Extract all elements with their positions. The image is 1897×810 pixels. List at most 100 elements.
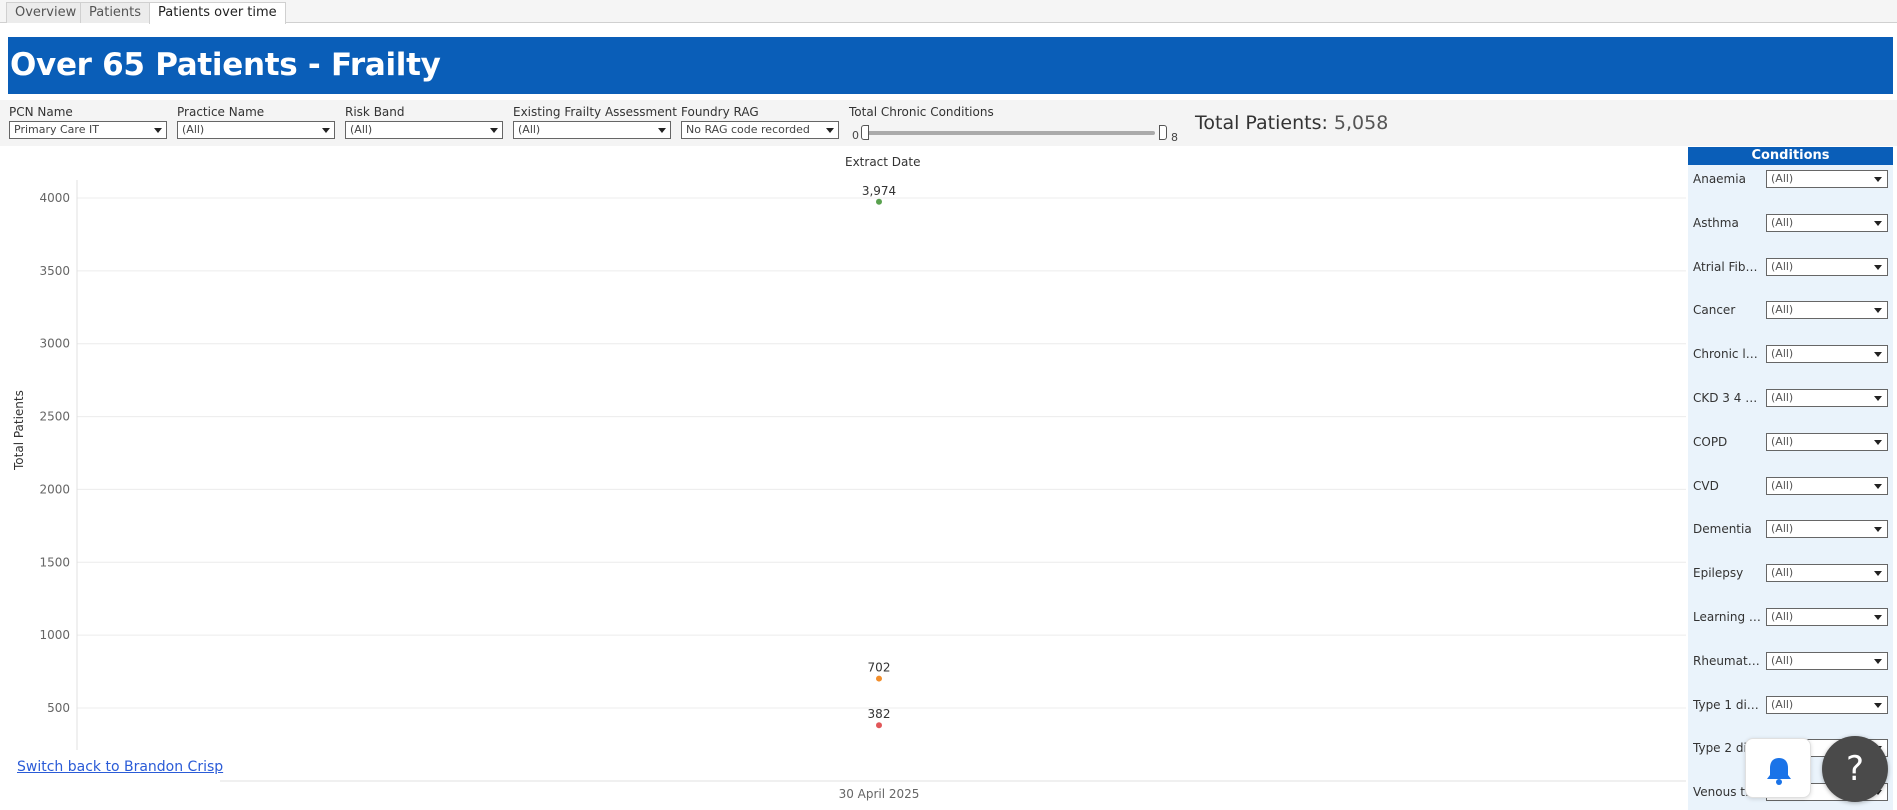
- risk-band-dropdown-value: (All): [350, 123, 373, 136]
- condition-label: Anaemia: [1693, 172, 1746, 186]
- slider-handle-max[interactable]: [1159, 125, 1167, 140]
- data-label: 3,974: [862, 184, 896, 198]
- dashboard-header: Over 65 Patients - Frailty: [8, 37, 1893, 94]
- y-tick-label: 4000: [39, 191, 70, 205]
- total-patients-value: 5,058: [1333, 112, 1389, 134]
- condition-label: Chronic liv...: [1693, 347, 1761, 362]
- risk-band-dropdown[interactable]: (All): [345, 121, 503, 139]
- condition-filter: Chronic liv... (All): [1688, 344, 1893, 366]
- slider-handle-min[interactable]: [861, 125, 869, 140]
- condition-dropdown[interactable]: (All): [1766, 608, 1888, 626]
- condition-dropdown[interactable]: (All): [1766, 213, 1888, 232]
- chevron-down-icon: [1874, 615, 1882, 620]
- data-point[interactable]: [876, 722, 882, 729]
- chronic-conditions-label: Total Chronic Conditions: [849, 105, 994, 119]
- condition-filter: COPD (All): [1688, 432, 1893, 454]
- tab-overview[interactable]: Overview: [6, 2, 86, 23]
- foundry-rag-dropdown[interactable]: No RAG code recorded: [681, 121, 839, 139]
- condition-dropdown[interactable]: (All): [1766, 564, 1888, 583]
- y-tick-label: 1000: [39, 628, 70, 642]
- filter-frailty-assessment: Existing Frailty Assessment (All): [513, 105, 677, 139]
- question-mark-icon: ?: [1845, 749, 1865, 789]
- condition-dropdown-value: (All): [1771, 215, 1794, 229]
- condition-filter: Cancer (All): [1688, 300, 1893, 322]
- condition-dropdown[interactable]: (All): [1766, 301, 1888, 320]
- condition-filter: CVD (All): [1688, 476, 1893, 498]
- chevron-down-icon: [1874, 308, 1882, 314]
- chevron-down-icon: [1874, 702, 1882, 708]
- y-tick-label: 2000: [39, 482, 70, 496]
- chevron-down-icon: [1874, 220, 1882, 226]
- chevron-down-icon: [154, 128, 162, 133]
- condition-dropdown[interactable]: (All): [1766, 651, 1888, 670]
- data-point[interactable]: [876, 675, 882, 682]
- pcn-dropdown[interactable]: Primary Care IT: [9, 121, 167, 139]
- frailty-assessment-dropdown[interactable]: (All): [513, 121, 671, 139]
- patients-over-time-chart: 500 1000 1500 2000 2500 3000 3500 4000 30 April …: [39, 180, 1686, 801]
- condition-label: Type 1 dia...: [1693, 697, 1761, 712]
- chevron-down-icon: [1874, 177, 1882, 182]
- chevron-down-icon: [1874, 483, 1882, 489]
- condition-filter: CKD 3 4 or 5 (All): [1688, 388, 1893, 410]
- x-tick-label: 30 April 2025: [839, 787, 920, 801]
- condition-dropdown-value: (All): [1771, 347, 1794, 361]
- condition-dropdown[interactable]: (All): [1766, 432, 1888, 451]
- filter-frailty-assessment-label: Existing Frailty Assessment: [513, 105, 677, 119]
- condition-dropdown-value: (All): [1771, 566, 1794, 580]
- chevron-down-icon: [322, 128, 330, 133]
- condition-label: COPD: [1693, 434, 1728, 449]
- condition-dropdown[interactable]: (All): [1766, 170, 1888, 188]
- y-tick-label: 3500: [39, 264, 70, 278]
- frailty-assessment-dropdown-value: (All): [518, 123, 541, 136]
- total-patients-label: Total Patients:: [1195, 112, 1328, 134]
- practice-dropdown-value: (All): [182, 123, 205, 136]
- switch-user-link[interactable]: Switch back to Brandon Crisp: [17, 759, 223, 775]
- condition-dropdown[interactable]: (All): [1766, 345, 1888, 364]
- tab-patients-over-time[interactable]: Patients over time: [149, 2, 286, 24]
- practice-dropdown[interactable]: (All): [177, 121, 335, 139]
- chevron-down-icon: [1874, 396, 1882, 401]
- chevron-down-icon: [658, 128, 666, 133]
- slider-max-value: 8: [1171, 131, 1178, 144]
- condition-dropdown-value: (All): [1771, 391, 1794, 404]
- slider-track[interactable]: [863, 131, 1155, 135]
- y-tick-label: 3000: [39, 337, 70, 351]
- condition-dropdown[interactable]: (All): [1766, 520, 1888, 539]
- y-tick-label: 1500: [39, 555, 70, 569]
- y-tick-label: 500: [47, 701, 70, 715]
- condition-filter: Atrial Fibri... (All): [1688, 257, 1893, 279]
- condition-dropdown[interactable]: (All): [1766, 257, 1888, 276]
- condition-dropdown-value: (All): [1771, 303, 1794, 317]
- total-patients-kpi: Total Patients: 5,058: [1195, 112, 1388, 134]
- condition-label: Rheumatoid: [1693, 653, 1761, 668]
- condition-label: Learning D...: [1693, 610, 1761, 624]
- chevron-down-icon: [1874, 571, 1882, 577]
- filter-foundry-rag-label: Foundry RAG: [681, 105, 759, 119]
- condition-dropdown[interactable]: (All): [1766, 389, 1888, 407]
- condition-filter: Epilepsy (All): [1688, 563, 1893, 585]
- filter-risk-band: Risk Band (All): [345, 105, 503, 139]
- condition-dropdown-value: (All): [1771, 697, 1794, 711]
- condition-dropdown[interactable]: (All): [1766, 476, 1888, 495]
- filter-practice: Practice Name (All): [177, 105, 335, 139]
- condition-filter: Type 1 dia... (All): [1688, 695, 1893, 717]
- condition-filter: Rheumatoid (All): [1688, 651, 1893, 673]
- notifications-button[interactable]: [1745, 738, 1811, 798]
- condition-dropdown[interactable]: (All): [1766, 695, 1888, 714]
- chevron-down-icon: [1874, 527, 1882, 533]
- chevron-down-icon: [1874, 264, 1882, 270]
- slider-min-value: 0: [852, 129, 859, 142]
- tab-bar: Overview Patients Patients over time: [0, 0, 1897, 24]
- filter-pcn-label: PCN Name: [9, 105, 73, 119]
- condition-dropdown-value: (All): [1771, 434, 1794, 448]
- data-label: 382: [868, 707, 891, 721]
- help-button[interactable]: ?: [1822, 736, 1888, 802]
- data-point[interactable]: [876, 198, 882, 205]
- condition-dropdown-value: (All): [1771, 610, 1794, 623]
- data-label: 702: [868, 661, 891, 675]
- conditions-title: Conditions: [1688, 147, 1893, 165]
- tab-patients[interactable]: Patients: [80, 2, 151, 23]
- condition-label: Dementia: [1693, 522, 1752, 537]
- condition-dropdown-value: (All): [1771, 478, 1794, 492]
- page-title: Over 65 Patients - Frailty: [10, 47, 441, 83]
